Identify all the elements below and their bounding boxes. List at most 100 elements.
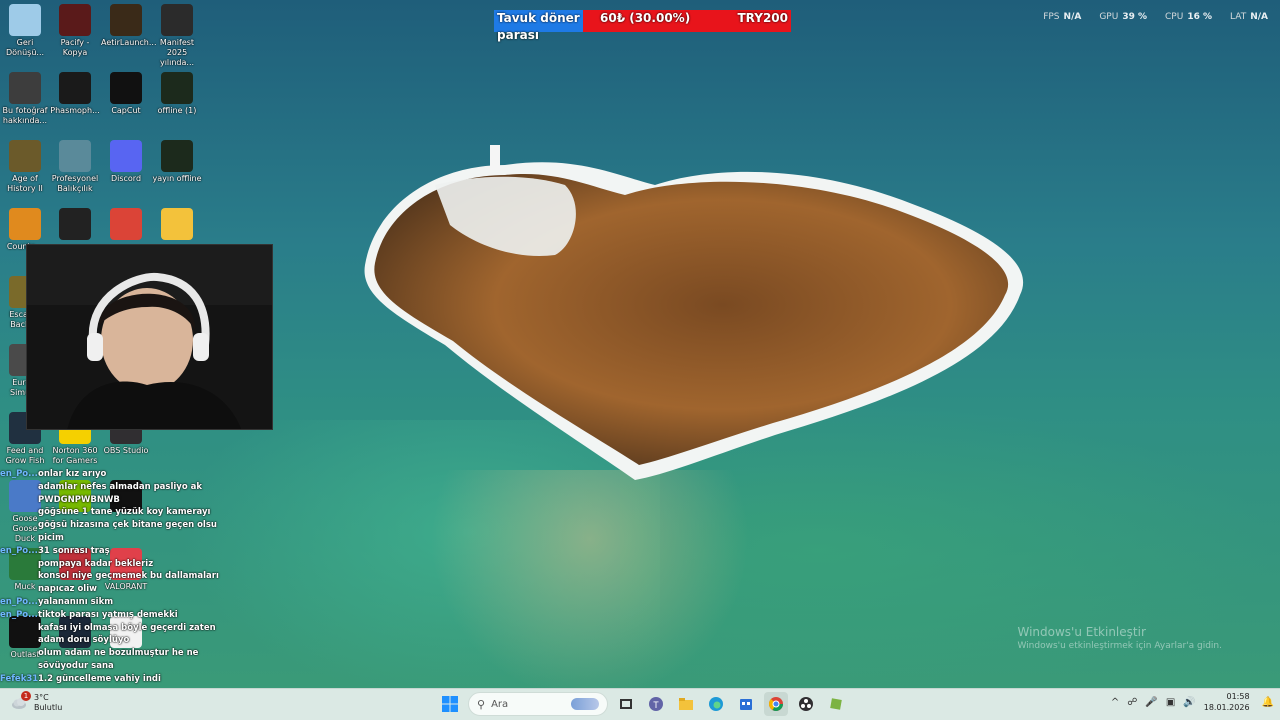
game-icon[interactable] (824, 692, 848, 716)
discord-icon (110, 140, 142, 172)
chat-text: yalananını sikm (38, 596, 114, 607)
chat-message: pompaya kadar bekleriz (0, 558, 230, 571)
age-of-history-icon (9, 140, 41, 172)
chat-username (0, 570, 38, 596)
desktop-icon-label: CapCut (111, 106, 141, 115)
manifest-icon (161, 4, 193, 36)
chat-username (0, 506, 38, 544)
chat-text: tiktok parası yatmış demekki (38, 609, 178, 620)
desktop-icon-label: Geri Dönüşü... (5, 38, 45, 57)
desktop-icon-label: Norton 360 for Gamers (52, 446, 98, 465)
chat-username (0, 481, 38, 507)
volume-icon[interactable]: 🔊 (1183, 697, 1195, 708)
pacify-icon (59, 4, 91, 36)
notification-badge: 1 (21, 691, 31, 701)
desktop-icon[interactable] (50, 208, 100, 242)
desktop-icon[interactable]: offline (1) (152, 72, 202, 116)
desktop-icon[interactable]: Geri Dönüşü... (0, 4, 50, 58)
store-icon[interactable] (734, 692, 758, 716)
svg-text:T: T (653, 700, 659, 710)
chat-message: kafası iyi olmasa böyle geçerdi zaten ad… (0, 622, 230, 648)
phasmophobia-icon (59, 72, 91, 104)
fishing-game-icon (59, 140, 91, 172)
clock-date: 18.01.2026 (1203, 703, 1250, 712)
chat-text: konsol niye geçmemek bu dallamaları napı… (38, 571, 219, 595)
chat-text: 1.2 güncelleme vahiy indi (38, 673, 161, 684)
weather-widget[interactable]: 1 3°C Bulutlu (10, 691, 63, 713)
chat-message: olum adam ne bozulmuştur he ne sövüyodur… (0, 647, 230, 673)
desktop-icon-label: Phasmoph... (50, 106, 100, 115)
streamer-silhouette (27, 245, 272, 429)
chat-username: en_Po... (0, 545, 38, 556)
donation-title: Tavuk döner (497, 11, 580, 25)
desktop-icon-label: Feed and Grow Fish (5, 446, 45, 465)
weather-desc: Bulutlu (34, 703, 63, 712)
desktop-icon[interactable]: CapCut (101, 72, 151, 116)
stream-chat: en_Po... onlar kız arıyo adamlar nefes alm… (0, 468, 230, 686)
clock[interactable]: 01:58 18.01.2026 (1204, 691, 1250, 713)
desktop-icon[interactable]: Profesyonel Balıkçılık (50, 140, 100, 194)
donation-goal: TRY200 (737, 11, 788, 25)
desktop-icon[interactable] (152, 208, 202, 242)
chat-message: en_Po... 31 sonrası traş (0, 545, 230, 558)
perf-fps: FPS N/A (1043, 12, 1082, 22)
chat-text: 31 sonrası traş (38, 545, 110, 556)
webcam-overlay (26, 244, 273, 430)
folder-icon (161, 208, 193, 240)
obs-icon[interactable] (794, 692, 818, 716)
photo-info-icon (9, 72, 41, 104)
desktop-icon[interactable]: AetirLaunch... (101, 4, 157, 48)
capcut-icon (110, 72, 142, 104)
chrome-icon[interactable] (764, 692, 788, 716)
taskbar-apps: ⚲ Ara T (438, 692, 848, 716)
cloud-icon: 1 (10, 691, 31, 712)
perf-cpu: CPU 16 % (1165, 12, 1213, 22)
perf-lat: LAT N/A (1230, 12, 1268, 22)
chat-message: en_Po... onlar kız arıyo (0, 468, 230, 481)
taskbar: 1 3°C Bulutlu ⚲ Ara T ^ ☍ 🎤 ▣ 🔊 01:58 18… (0, 688, 1280, 720)
chevron-up-icon[interactable]: ^ (1111, 697, 1119, 708)
microphone-icon[interactable]: 🎤 (1145, 697, 1157, 708)
desktop-icon[interactable]: Phasmoph... (50, 72, 100, 116)
chrome-icon (110, 208, 142, 240)
desktop-icon-label: Pacify - Kopya (60, 38, 90, 57)
desktop-icon[interactable]: yayın offline (152, 140, 202, 184)
desktop-icon[interactable]: Pacify - Kopya (50, 4, 100, 58)
desktop-icon[interactable] (101, 208, 151, 242)
chat-username: en_Po... (0, 609, 38, 620)
notification-bell-icon[interactable]: 🔔 (1262, 697, 1274, 708)
windows-activation-watermark: Windows'u Etkinleştir Windows'u etkinleş… (1017, 625, 1222, 651)
desktop-icon-label: AetirLaunch... (101, 38, 157, 47)
task-view-icon[interactable] (614, 692, 638, 716)
donation-amount: 60₺ (30.00%) (600, 11, 691, 25)
teams-icon[interactable]: T (644, 692, 668, 716)
desktop-icon-label: Discord (110, 174, 142, 183)
desktop-icon-label: offline (1) (157, 106, 197, 115)
chat-message: en_Po... tiktok parası yatmış demekki (0, 609, 230, 622)
chat-text: olum adam ne bozulmuştur he ne sövüyodur… (38, 648, 199, 671)
chat-text: pompaya kadar bekleriz (38, 558, 154, 569)
aetir-launcher-icon (110, 4, 142, 36)
start-icon[interactable] (438, 692, 462, 716)
desktop-icon-label: Profesyonel Balıkçılık (51, 174, 99, 193)
file-explorer-icon[interactable] (674, 692, 698, 716)
chat-message: Fefek31 1.2 güncelleme vahiy indi (0, 673, 230, 686)
perf-gpu: GPU 39 % (1099, 12, 1148, 22)
edge-icon[interactable] (704, 692, 728, 716)
network-app-icon[interactable]: ☍ (1127, 697, 1137, 708)
desktop-icon[interactable]: Bu fotoğraf hakkında... (0, 72, 50, 126)
chat-text: kafası iyi olmasa böyle geçerdi zaten ad… (38, 622, 216, 646)
search-icon: ⚲ (477, 697, 486, 711)
cat-game-icon (59, 208, 91, 240)
desktop-icon[interactable]: Age of History II (0, 140, 50, 194)
desktop-icon[interactable]: Manifest 2025 yılında... (152, 4, 202, 68)
weather-temp: 3°C (34, 693, 49, 702)
chat-username: Fefek31 (0, 673, 38, 684)
donation-title-line2: parası (497, 28, 539, 42)
clock-time: 01:58 (1226, 692, 1250, 701)
taskbar-search-box[interactable]: ⚲ Ara (468, 692, 608, 716)
desktop-icon[interactable]: Discord (101, 140, 151, 184)
chat-message: göğsüne 1 tane yüzük koy kamerayı göğsü … (0, 506, 230, 544)
wifi-icon[interactable]: ▣ (1166, 697, 1175, 708)
chat-message: adamlar nefes almadan pasliyo ak PWDGNPW… (0, 481, 230, 507)
